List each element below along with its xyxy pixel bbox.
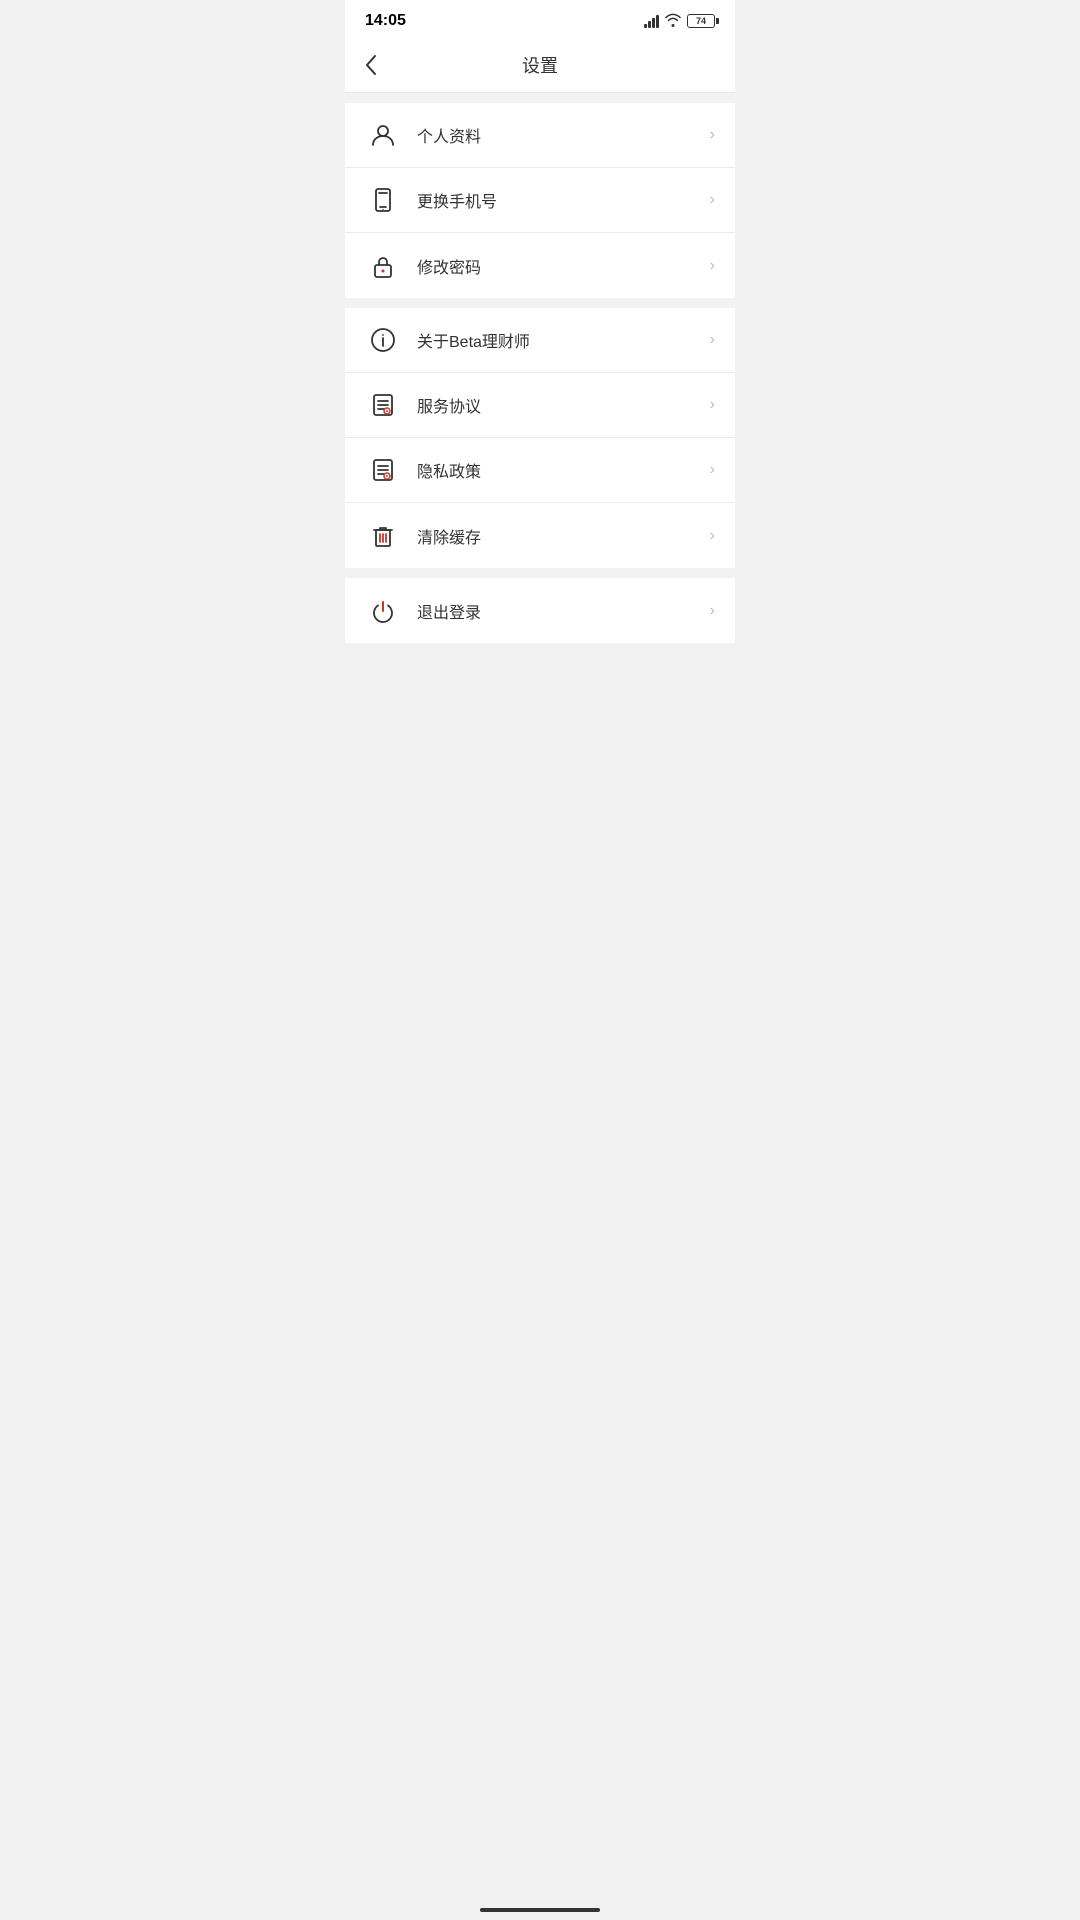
status-time: 14:05 xyxy=(365,12,406,30)
menu-arrow-password: › xyxy=(710,257,715,275)
back-button[interactable] xyxy=(365,54,377,76)
menu-label-profile: 个人资料 xyxy=(417,123,710,147)
page-title: 设置 xyxy=(522,52,558,78)
menu-item-about[interactable]: 关于Beta理财师 › xyxy=(345,308,735,373)
menu-arrow-phone: › xyxy=(710,191,715,209)
menu-arrow-logout: › xyxy=(710,602,715,620)
status-bar: 14:05 74 xyxy=(345,0,735,38)
menu-arrow-service: › xyxy=(710,396,715,414)
menu-group-2: 关于Beta理财师 › 服务协议 › xyxy=(345,308,735,568)
menu-label-about: 关于Beta理财师 xyxy=(417,328,710,352)
menu-item-privacy[interactable]: 隐私政策 › xyxy=(345,438,735,503)
privacy-icon xyxy=(365,452,401,488)
lock-icon xyxy=(365,248,401,284)
home-indicator xyxy=(480,1908,600,1912)
menu-item-cache[interactable]: 清除缓存 › xyxy=(345,503,735,568)
menu-item-service[interactable]: 服务协议 › xyxy=(345,373,735,438)
menu-label-service: 服务协议 xyxy=(417,393,710,417)
header: 设置 xyxy=(345,38,735,93)
menu-label-logout: 退出登录 xyxy=(417,599,710,623)
menu-label-privacy: 隐私政策 xyxy=(417,458,710,482)
menu-label-cache: 清除缓存 xyxy=(417,524,710,548)
trash-icon xyxy=(365,518,401,554)
power-icon xyxy=(365,593,401,629)
menu-label-password: 修改密码 xyxy=(417,254,710,278)
status-icons: 74 xyxy=(644,13,715,30)
menu-arrow-profile: › xyxy=(710,126,715,144)
signal-icon xyxy=(644,15,659,28)
menu-arrow-about: › xyxy=(710,331,715,349)
battery-icon: 74 xyxy=(687,14,715,28)
info-icon xyxy=(365,322,401,358)
service-icon xyxy=(365,387,401,423)
menu-group-3: 退出登录 › xyxy=(345,578,735,643)
phone-icon xyxy=(365,182,401,218)
wifi-icon xyxy=(665,13,681,30)
menu-arrow-privacy: › xyxy=(710,461,715,479)
menu-item-phone[interactable]: 更换手机号 › xyxy=(345,168,735,233)
user-icon xyxy=(365,117,401,153)
menu-item-logout[interactable]: 退出登录 › xyxy=(345,578,735,643)
menu-arrow-cache: › xyxy=(710,527,715,545)
menu-group-1: 个人资料 › 更换手机号 › 修改密码 › xyxy=(345,103,735,298)
menu-label-phone: 更换手机号 xyxy=(417,188,710,212)
menu-item-password[interactable]: 修改密码 › xyxy=(345,233,735,298)
menu-item-profile[interactable]: 个人资料 › xyxy=(345,103,735,168)
